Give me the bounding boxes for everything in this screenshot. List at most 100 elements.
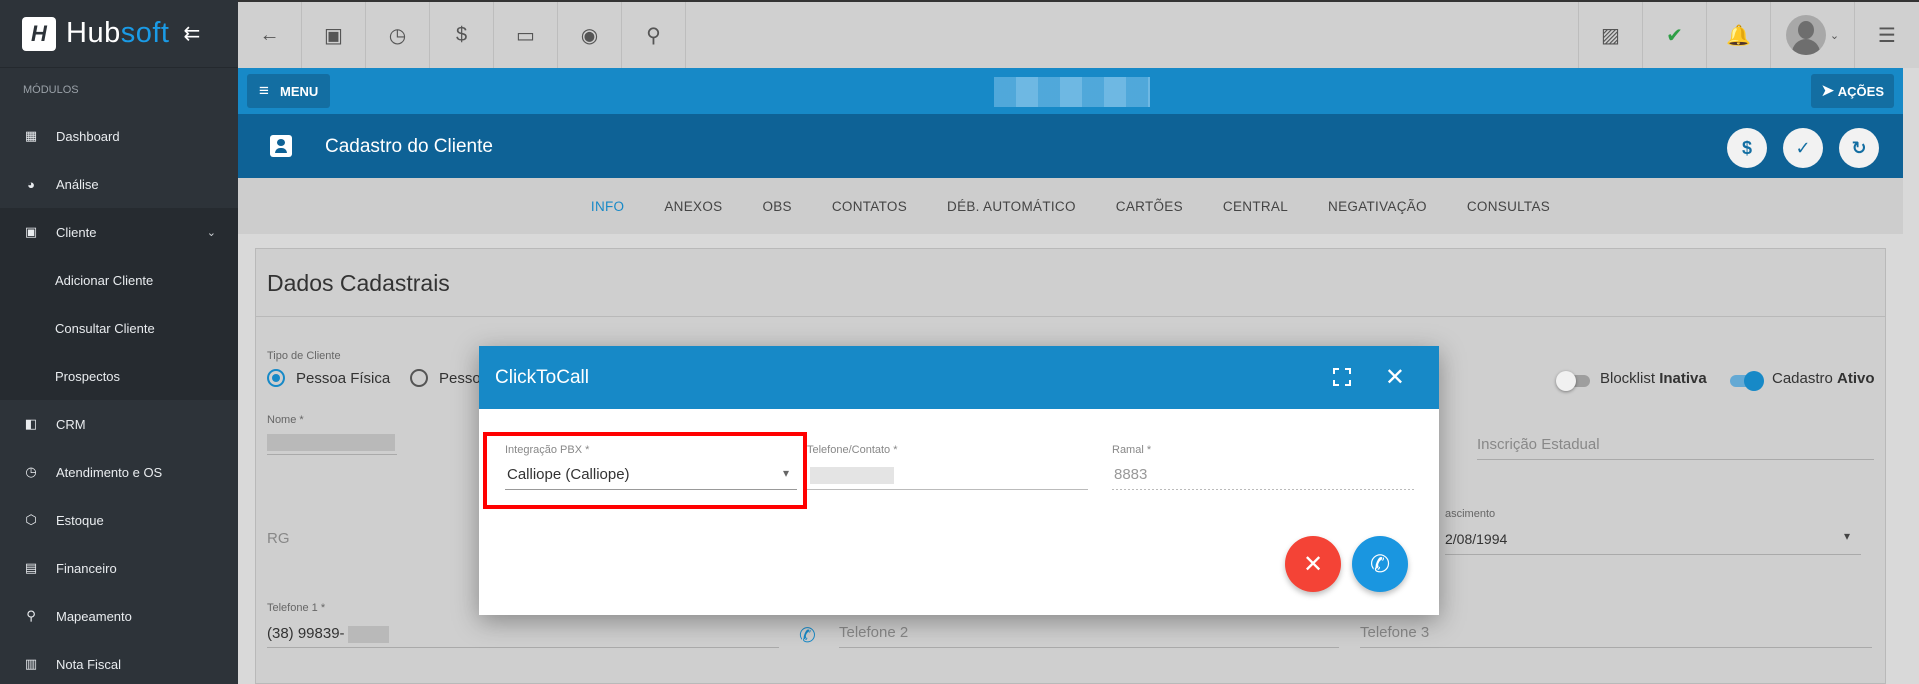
chat-check-icon[interactable]: ✔ [1643, 2, 1707, 68]
dialog-header: ClickToCall ✕ [479, 346, 1439, 409]
sidebar-item-cliente[interactable]: ▣ Cliente ⌄ [0, 208, 238, 256]
terminal-icon[interactable]: ▭ [494, 2, 558, 68]
user-avatar-menu[interactable]: ⌄ [1771, 2, 1855, 68]
clicktocall-dialog: ClickToCall ✕ Integração PBX * Calliope … [479, 346, 1439, 615]
alarm-bell-icon[interactable]: 🔔 [1707, 2, 1771, 68]
sidebar-item-label: Atendimento e OS [56, 464, 163, 480]
tab-contatos[interactable]: CONTATOS [812, 178, 927, 234]
rg-field[interactable]: RG [267, 530, 290, 547]
highlight-box [483, 432, 807, 509]
telefone3-field[interactable]: Telefone 3 [1360, 624, 1429, 641]
dollar-button[interactable]: $ [1727, 128, 1767, 168]
menu-label: MENU [280, 83, 319, 99]
nome-label: Nome * [267, 414, 304, 426]
hubsoft-logo-icon[interactable]: H [22, 16, 56, 51]
radio-pessoa-fisica[interactable] [267, 369, 285, 387]
radio-label: Pessoa Física [296, 370, 391, 387]
package-icon: ⬡ [25, 512, 37, 527]
tab-info[interactable]: INFO [571, 178, 644, 234]
sidebar-item-nota-fiscal[interactable]: ▥ Nota Fiscal [0, 640, 238, 684]
telefone2-field[interactable]: Telefone 2 [839, 624, 908, 641]
brand-name-a: Hub [66, 17, 121, 49]
refresh-button[interactable]: ↻ [1839, 128, 1879, 168]
sidebar-item-analise[interactable]: ◕ Análise [0, 160, 238, 208]
nascimento-field[interactable]: 2/08/1994 [1445, 531, 1507, 547]
back-arrow-icon[interactable]: ← [238, 2, 302, 68]
pie-chart-icon: ◕ [27, 176, 35, 192]
divider [256, 316, 1885, 317]
eye-icon[interactable]: ◉ [558, 2, 622, 68]
acoes-label: AÇÕES [1837, 83, 1884, 99]
blurred-nome [267, 434, 395, 451]
click-to-call-icon[interactable]: ✆ [799, 623, 816, 648]
blocklist-toggle[interactable] [1556, 371, 1590, 391]
receipt-icon: ▥ [24, 656, 38, 671]
sidebar-item-adicionar-cliente[interactable]: Adicionar Cliente [0, 256, 238, 304]
avatar [1785, 15, 1826, 55]
sidebar-item-consultar-cliente[interactable]: Consultar Cliente [0, 304, 238, 352]
grid-icon: ▦ [24, 128, 38, 143]
blocklist-text: Blocklist [1600, 370, 1656, 387]
sidebar-item-mapeamento[interactable]: ⚲ Mapeamento [0, 592, 238, 640]
sidebar-item-estoque[interactable]: ⬡ Estoque [0, 496, 238, 544]
search-icon[interactable]: ⚲ [622, 2, 686, 68]
tab-obs[interactable]: OBS [742, 178, 811, 234]
menu-button[interactable]: ≡ MENU [247, 74, 331, 108]
tab-cartoes[interactable]: CARTÕES [1096, 178, 1203, 234]
start-call-button[interactable]: ✆ [1352, 536, 1408, 592]
top-toolbar: ← ▣ ◷ $ ▭ ◉ ⚲ ▨ ✔ 🔔 ⌄ ☰ [238, 0, 1919, 68]
sidebar-item-label: Estoque [56, 512, 104, 528]
blocklist-label: Blocklist Inativa [1600, 370, 1707, 387]
nascimento-underline [1445, 554, 1861, 555]
ramal-label: Ramal * [1112, 444, 1152, 456]
tab-central[interactable]: CENTRAL [1203, 178, 1308, 234]
page-title: Cadastro do Cliente [325, 136, 493, 157]
close-icon[interactable]: ✕ [1385, 363, 1405, 392]
telefone1-field[interactable]: (38) 99839- [267, 625, 345, 642]
calendar-clock-icon[interactable]: ◷ [366, 2, 430, 68]
caret-down-icon: ▾ [1844, 529, 1851, 543]
blurred-client-name [994, 77, 1150, 107]
ramal-underline [1112, 489, 1415, 490]
modules-section-label: MÓDULOS [23, 84, 79, 96]
ramal-field[interactable]: 8883 [1114, 466, 1147, 483]
telefone2-underline [839, 647, 1339, 648]
money-icon: ▤ [24, 560, 38, 575]
contact-card-icon[interactable]: ▣ [302, 2, 366, 68]
radio-pessoa-juridica[interactable] [410, 369, 428, 387]
send-icon: ➤ [1820, 81, 1835, 100]
blurred-phone-digits [348, 626, 389, 643]
check-button[interactable]: ✓ [1783, 128, 1823, 168]
sidebar-item-atendimento[interactable]: ◷ Atendimento e OS [0, 448, 238, 496]
cadastro-state: Ativo [1837, 370, 1875, 387]
inscricao-underline [1477, 459, 1874, 460]
collapse-sidebar-icon[interactable]: ⇇ [183, 21, 200, 46]
tab-deb-automatico[interactable]: DÉB. AUTOMÁTICO [927, 178, 1096, 234]
kanban-icon: ◧ [24, 416, 38, 431]
brand-name: Hubsoft [66, 17, 169, 50]
tab-anexos[interactable]: ANEXOS [644, 178, 742, 234]
client-type-label: Tipo de Cliente [267, 350, 341, 362]
sidebar-item-financeiro[interactable]: ▤ Financeiro [0, 544, 238, 592]
acoes-button[interactable]: ➤ AÇÕES [1810, 74, 1894, 108]
list-menu-icon[interactable]: ☰ [1855, 2, 1919, 68]
pdf-icon[interactable]: ▨ [1579, 2, 1643, 68]
sidebar-item-crm[interactable]: ◧ CRM [0, 400, 238, 448]
dollar-icon[interactable]: $ [430, 2, 494, 68]
section-title: Dados Cadastrais [267, 270, 450, 296]
sidebar-item-dashboard[interactable]: ▦ Dashboard [0, 112, 238, 160]
blurred-telefone [810, 467, 894, 484]
fullscreen-icon[interactable] [1333, 368, 1351, 386]
cadastro-label: Cadastro Ativo [1772, 370, 1875, 387]
map-pin-icon: ⚲ [26, 608, 36, 623]
inscricao-estadual-field[interactable]: Inscrição Estadual [1477, 436, 1600, 453]
tab-consultas[interactable]: CONSULTAS [1447, 178, 1570, 234]
telefone1-label: Telefone 1 * [267, 602, 326, 614]
brand: H Hubsoft ⇇ [0, 0, 238, 68]
cadastro-toggle[interactable] [1730, 371, 1764, 391]
tab-negativacao[interactable]: NEGATIVAÇÃO [1308, 178, 1447, 234]
sidebar-item-label: Nota Fiscal [56, 656, 122, 672]
sidebar-item-label: Dashboard [56, 128, 120, 144]
cancel-call-button[interactable]: ✕ [1285, 536, 1341, 592]
sidebar-item-prospectos[interactable]: Prospectos [0, 352, 238, 400]
